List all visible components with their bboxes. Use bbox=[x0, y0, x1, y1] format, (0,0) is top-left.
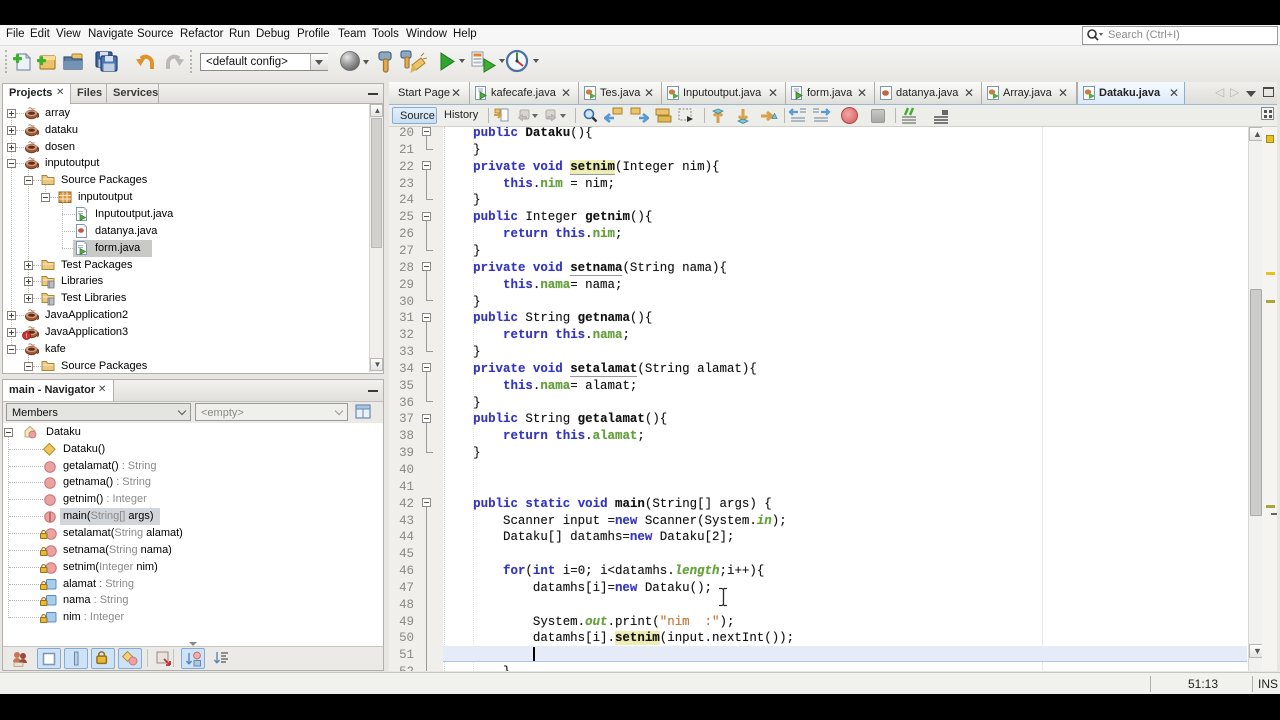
svg-text:!: ! bbox=[26, 333, 28, 340]
